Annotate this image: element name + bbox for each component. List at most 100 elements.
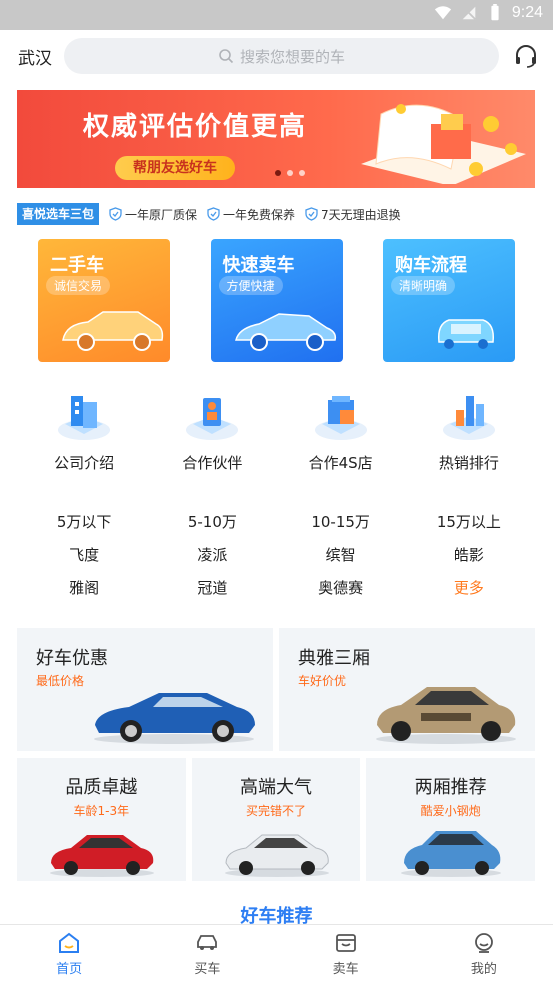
- guarantee-badge: 喜悦选车三包: [17, 203, 100, 225]
- promo-banner[interactable]: 权威评估价值更高 帮朋友选好车: [17, 90, 535, 188]
- promo-subtitle: 车龄1-3年: [73, 804, 130, 818]
- search-bar[interactable]: 搜索您想要的车: [64, 38, 499, 74]
- filter-grid: 5万以下 5-10万 10-15万 15万以上 飞度 凌派 缤智 皓影 雅阁 冠…: [20, 511, 533, 598]
- promo-hatchback[interactable]: 两厢推荐 酷爱小钢炮: [366, 758, 536, 881]
- car-icon: [197, 935, 218, 950]
- tab-label: 我的: [470, 962, 497, 977]
- shield-icon: [109, 207, 122, 221]
- tab-buy[interactable]: 买车: [138, 925, 276, 983]
- guarantee-row: 喜悦选车三包 一年原厂质保 一年免费保养 7天无理由退换: [17, 203, 553, 225]
- pagination-dot: [275, 170, 281, 176]
- white-sedan-image: [224, 834, 329, 877]
- card-quick-sell[interactable]: 快速卖车 方便快捷: [210, 239, 343, 362]
- link-label: 公司介绍: [54, 454, 115, 472]
- store-icon: [314, 396, 367, 440]
- guarantee-text: 7天无理由退换: [321, 207, 401, 222]
- model-filter[interactable]: 冠道: [148, 577, 276, 598]
- model-filter[interactable]: 凌派: [148, 544, 276, 565]
- company-building-icon: [58, 396, 111, 440]
- search-placeholder: 搜索您想要的车: [239, 47, 345, 66]
- link-4s-stores[interactable]: 合作4S店: [286, 388, 396, 473]
- status-time: 9:24: [511, 4, 543, 21]
- shield-icon: [207, 207, 220, 221]
- pagination-dot: [299, 170, 305, 176]
- pagination-dot: [287, 170, 293, 176]
- guarantee-item: 一年原厂质保: [109, 206, 197, 223]
- partners-icon: [186, 398, 239, 440]
- model-filter[interactable]: 皓影: [405, 544, 533, 565]
- guarantee-text: 一年原厂质保: [125, 207, 198, 222]
- bottom-tab-bar: 首页 买车 卖车 我的: [0, 924, 553, 983]
- card-buy-process[interactable]: 购车流程 清晰明确: [383, 239, 515, 362]
- promo-good-deals[interactable]: 好车优惠 最低价格: [17, 628, 273, 751]
- promo-subtitle: 最低价格: [36, 674, 85, 688]
- promo-title: 两厢推荐: [414, 777, 487, 798]
- promo-subtitle: 车好价优: [298, 674, 347, 688]
- battery-icon: [491, 4, 499, 21]
- guarantee-item: 7天无理由退换: [305, 206, 401, 223]
- model-filter[interactable]: 缤智: [277, 544, 405, 565]
- city-selector[interactable]: 武汉: [18, 44, 60, 69]
- promo-subtitle: 买完错不了: [246, 804, 307, 818]
- tab-label: 首页: [56, 962, 83, 977]
- card-title: 二手车: [50, 255, 104, 276]
- link-label: 合作4S店: [308, 454, 373, 472]
- card-used-car[interactable]: 二手车 诚信交易: [38, 239, 170, 362]
- card-subtitle: 方便快捷: [218, 276, 283, 295]
- sedan-car-icon: [234, 313, 336, 351]
- link-label: 热销排行: [438, 454, 499, 472]
- price-filter[interactable]: 10-15万: [277, 511, 405, 532]
- red-sedan-image: [50, 835, 154, 877]
- link-company-intro[interactable]: 公司介绍: [29, 388, 139, 473]
- link-hot-ranking[interactable]: 热销排行: [414, 388, 524, 473]
- blue-hatchback-image: [401, 831, 502, 877]
- model-filter[interactable]: 奥德赛: [277, 577, 405, 598]
- promo-row-bottom: 品质卓越 车龄1-3年 高端大气 买完错不了 两厢推荐 酷爱小钢炮: [17, 758, 536, 881]
- card-subtitle: 清晰明确: [391, 276, 456, 295]
- tab-sell[interactable]: 卖车: [277, 925, 415, 983]
- promo-high-end[interactable]: 高端大气 买完错不了: [191, 758, 361, 881]
- user-icon: [474, 933, 493, 953]
- section-title-text: 好车推荐: [230, 902, 323, 924]
- promo-quality[interactable]: 品质卓越 车龄1-3年: [17, 758, 186, 881]
- model-filter[interactable]: 雅阁: [20, 577, 148, 598]
- signal-off-icon: [461, 6, 476, 20]
- section-title-recommend: 好车推荐: [0, 902, 553, 924]
- guarantee-text: 一年免费保养: [223, 207, 296, 222]
- promo-title: 好车优惠: [36, 648, 108, 669]
- promo-row-top: 好车优惠 最低价格 典雅三厢 车好价优: [17, 628, 535, 751]
- link-partners[interactable]: 合作伙伴: [157, 388, 267, 473]
- shield-icon: [305, 207, 318, 221]
- service-cards: 二手车 诚信交易 快速卖车 方便快捷 购车流程 清晰明确: [38, 239, 515, 362]
- promo-title: 高端大气: [240, 777, 312, 798]
- car-front-icon: [437, 319, 495, 349]
- price-filter[interactable]: 5-10万: [148, 511, 276, 532]
- book-illustration: [361, 104, 526, 184]
- promo-title: 典雅三厢: [298, 648, 370, 669]
- tab-label: 买车: [194, 962, 221, 977]
- blue-sedan-image: [94, 693, 255, 744]
- promo-title: 品质卓越: [65, 777, 138, 798]
- link-label: 合作伙伴: [182, 454, 243, 472]
- wifi-icon: [434, 6, 451, 20]
- price-filter[interactable]: 5万以下: [20, 511, 148, 532]
- status-bar: 9:24: [0, 0, 553, 30]
- header: 武汉 搜索您想要的车: [0, 30, 553, 82]
- card-subtitle: 诚信交易: [46, 276, 111, 295]
- tab-mine[interactable]: 我的: [415, 925, 553, 983]
- banner-title: 权威评估价值更高: [83, 112, 308, 142]
- bar-ranking-icon: [442, 396, 495, 440]
- card-title: 购车流程: [395, 255, 467, 276]
- banner-pagination: [275, 170, 305, 176]
- banner-button[interactable]: 帮朋友选好车: [115, 156, 235, 180]
- suv-car-icon: [62, 311, 164, 351]
- tab-home[interactable]: 首页: [0, 925, 138, 983]
- more-link[interactable]: 更多: [405, 577, 533, 598]
- promo-elegant-sedan[interactable]: 典雅三厢 车好价优: [279, 628, 535, 751]
- promo-subtitle: 酷爱小钢炮: [420, 804, 481, 818]
- guarantee-item: 一年免费保养: [207, 206, 295, 223]
- quick-links: 公司介绍 合作伙伴 合作4S店 热销排行: [20, 388, 533, 473]
- price-filter[interactable]: 15万以上: [405, 511, 533, 532]
- headset-icon[interactable]: [513, 43, 539, 69]
- model-filter[interactable]: 飞度: [20, 544, 148, 565]
